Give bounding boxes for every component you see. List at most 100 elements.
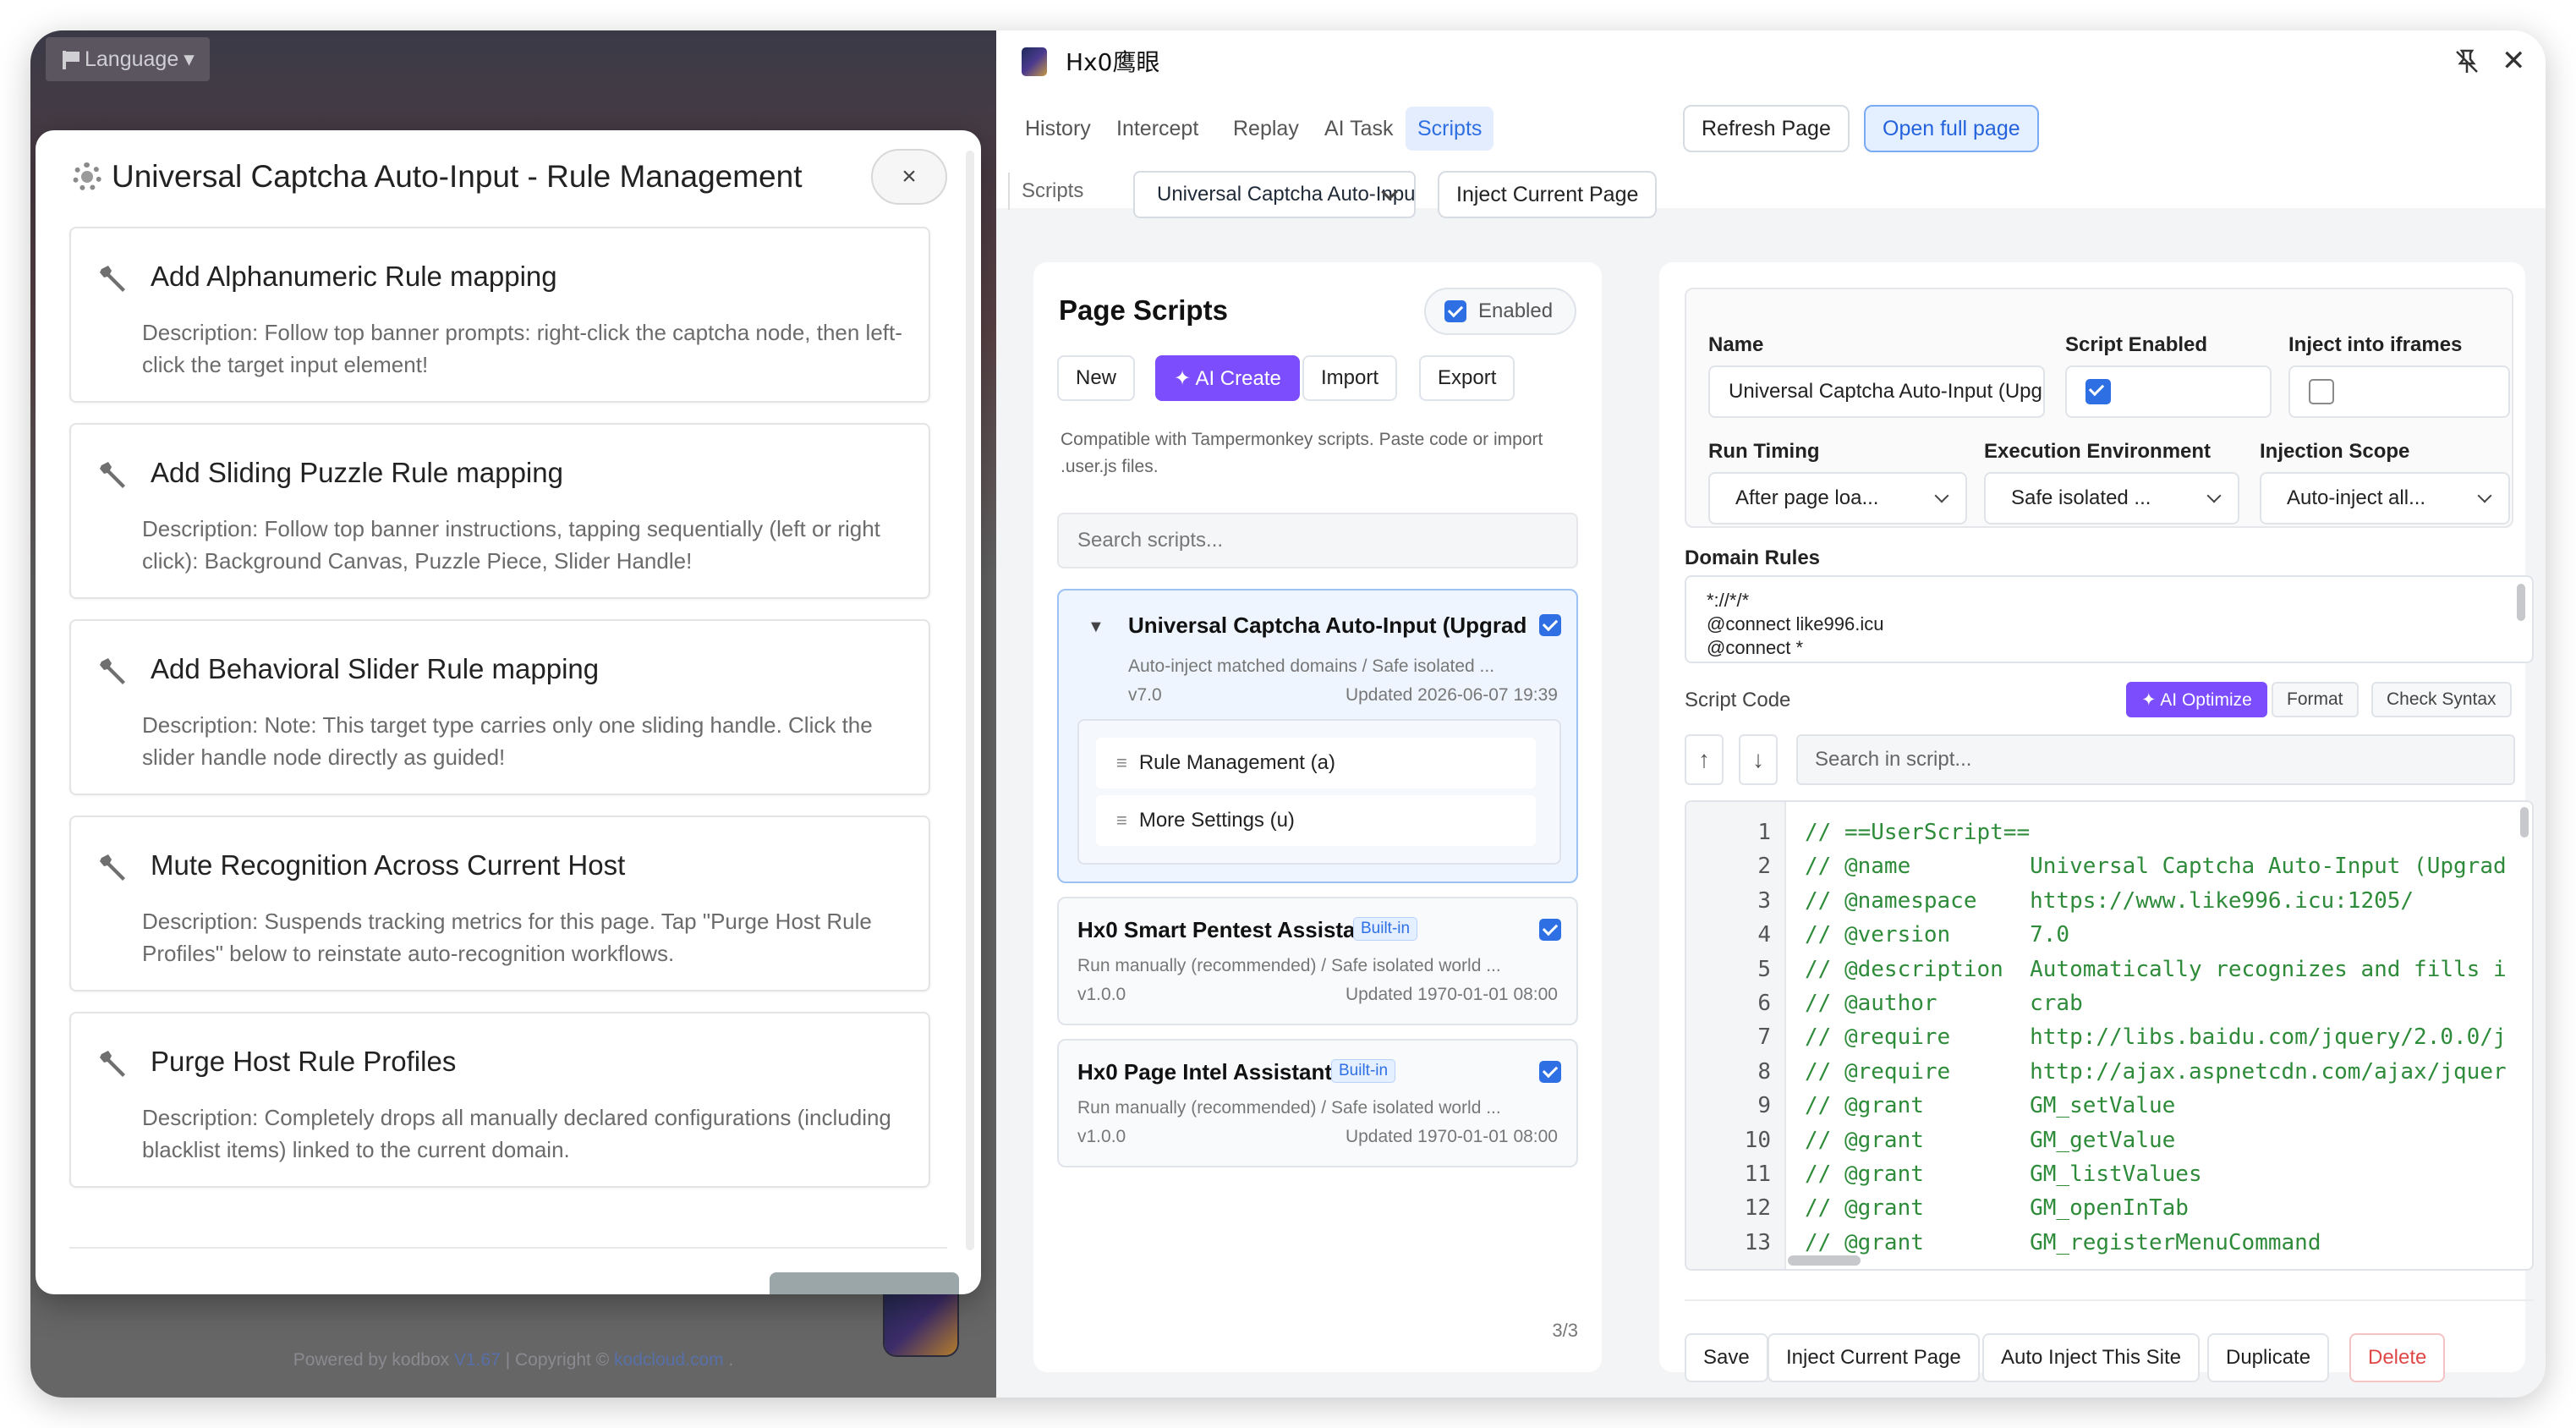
tab-ai-task[interactable]: AI Task — [1313, 107, 1406, 151]
script-select[interactable]: Universal Captcha Auto-Input (Upgrade — [1133, 171, 1416, 218]
search-in-script-input[interactable]: Search in script... — [1796, 734, 2515, 785]
code-line: // @grant GM_openInTab — [1805, 1195, 2189, 1222]
menu-command-rule-management[interactable]: ≡ Rule Management (a) — [1096, 738, 1536, 788]
line-number: 7 — [1757, 1024, 1771, 1051]
code-line: // @require http://ajax.aspnetcdn.com/aj… — [1805, 1058, 2507, 1085]
footer-version[interactable]: V1.67 — [454, 1350, 501, 1370]
wrench-icon — [100, 854, 125, 881]
builtin-badge: Built-in — [1331, 1059, 1396, 1083]
line-number: 6 — [1757, 991, 1771, 1016]
ai-optimize-button[interactable]: ✦ AI Optimize — [2126, 682, 2267, 717]
code-line: // @description Automatically recognizes… — [1805, 956, 2507, 982]
textarea-scrollbar[interactable] — [2517, 584, 2525, 621]
close-button[interactable]: Close — [770, 1272, 959, 1294]
vertical-scrollbar[interactable] — [2520, 807, 2529, 838]
menu-command-more-settings[interactable]: ≡ More Settings (u) — [1096, 795, 1536, 846]
tab-replay[interactable]: Replay — [1221, 107, 1311, 151]
open-full-page-button[interactable]: Open full page — [1864, 105, 2039, 152]
script-enabled-checkbox[interactable] — [1539, 1061, 1561, 1083]
script-item-pentest[interactable]: Hx0 Smart Pentest Assistant Built-in Run… — [1057, 897, 1578, 1025]
code-line: // @name Universal Captcha Auto-Input (U… — [1805, 854, 2507, 880]
builtin-badge: Built-in — [1353, 917, 1418, 941]
menu-lines-icon: ≡ — [1116, 752, 1127, 773]
extension-panel: Hx0鹰眼 ✕ History Intercept Replay AI Task… — [996, 30, 2546, 1398]
script-updated: Updated 1970-01-01 08:00 — [1345, 985, 1558, 1004]
scope-label: Injection Scope — [2260, 440, 2410, 463]
code-line: // @grant GM_getValue — [1805, 1127, 2176, 1153]
script-item-captcha[interactable]: ▼ Universal Captcha Auto-Input (Upgrade … — [1057, 589, 1578, 883]
close-panel-icon[interactable]: ✕ — [2502, 44, 2526, 78]
inject-current-page-editor-button[interactable]: Inject Current Page — [1768, 1333, 1980, 1382]
new-script-button[interactable]: New — [1057, 355, 1136, 401]
code-editor[interactable]: 1 // ==UserScript== 2 // @name Universal Ca… — [1685, 800, 2534, 1271]
delete-button[interactable]: Delete — [2349, 1333, 2446, 1382]
run-timing-select[interactable]: After page loa... — [1708, 472, 1967, 525]
modal-close-x-button[interactable]: × — [871, 149, 947, 205]
check-syntax-button[interactable]: Check Syntax — [2371, 682, 2512, 717]
enabled-label: Enabled — [1478, 299, 1554, 322]
ai-create-button[interactable]: ✦ AI Create — [1155, 355, 1300, 401]
footer-link[interactable]: kodcloud.com — [614, 1350, 724, 1370]
tab-scripts[interactable]: Scripts — [1406, 107, 1494, 151]
unpin-icon[interactable] — [2451, 46, 2483, 78]
rule-card-alphanumeric[interactable]: Add Alphanumeric Rule mapping Descriptio… — [69, 227, 930, 403]
app-window: Language ▾ Powered by kodbox V1.67 | Cop… — [30, 30, 2546, 1398]
script-version: v7.0 — [1128, 685, 1162, 705]
refresh-page-button[interactable]: Refresh Page — [1683, 105, 1850, 152]
editor-footer-divider — [1685, 1299, 2534, 1301]
script-item-intel[interactable]: Hx0 Page Intel Assistant Built-in Run ma… — [1057, 1039, 1578, 1167]
exec-env-label: Execution Environment — [1984, 440, 2212, 463]
inject-iframes-checkbox[interactable] — [2309, 379, 2334, 404]
search-next-button[interactable]: ↓ — [1739, 734, 1778, 785]
rule-card-mute-recognition[interactable]: Mute Recognition Across Current Host Des… — [69, 816, 930, 991]
script-updated: Updated 2026-06-07 19:39 — [1345, 685, 1558, 705]
exec-env-select[interactable]: Safe isolated ... — [1984, 472, 2239, 525]
auto-inject-site-button[interactable]: Auto Inject This Site — [1982, 1333, 2200, 1382]
line-number: 4 — [1757, 922, 1771, 948]
search-scripts-input[interactable]: Search scripts... — [1057, 513, 1578, 568]
rule-description: Description: Note: This target type carr… — [142, 712, 873, 770]
save-button[interactable]: Save — [1685, 1333, 1768, 1382]
import-button[interactable]: Import — [1302, 355, 1398, 401]
wrench-icon — [100, 1051, 125, 1077]
modal-title-text: Universal Captcha Auto-Input - Rule Mana… — [112, 159, 803, 194]
script-enabled-checkbox[interactable] — [1539, 614, 1561, 636]
script-enabled-field[interactable] — [2065, 365, 2272, 418]
scope-select[interactable]: Auto-inject all... — [2260, 472, 2510, 525]
rule-card-behavioral-slider[interactable]: Add Behavioral Slider Rule mapping Descr… — [69, 619, 930, 795]
language-dropdown[interactable]: Language ▾ — [46, 37, 210, 81]
script-enabled-checkbox[interactable] — [1539, 919, 1561, 941]
duplicate-button[interactable]: Duplicate — [2207, 1333, 2330, 1382]
export-button[interactable]: Export — [1419, 355, 1515, 401]
rule-description: Description: Follow top banner instructi… — [142, 516, 880, 574]
search-prev-button[interactable]: ↑ — [1685, 734, 1724, 785]
rule-card-sliding-puzzle[interactable]: Add Sliding Puzzle Rule mapping Descript… — [69, 423, 930, 599]
code-line: // @version 7.0 — [1805, 922, 2070, 948]
tab-history[interactable]: History — [1013, 107, 1103, 151]
footer-copyright: | Copyright © — [505, 1350, 610, 1370]
rule-title: Purge Host Rule Profiles — [151, 1046, 457, 1077]
rule-description: Description: Completely drops all manual… — [142, 1105, 891, 1162]
enabled-toggle[interactable]: Enabled — [1424, 288, 1576, 335]
domain-rule-line: @connect * — [1707, 637, 1804, 658]
expand-triangle-icon[interactable]: ▼ — [1088, 618, 1104, 637]
flag-icon — [61, 49, 79, 69]
code-line: // @grant GM_setValue — [1805, 1093, 2176, 1119]
modal-scrollbar[interactable] — [966, 151, 974, 1250]
enabled-checkbox[interactable] — [1444, 300, 1466, 322]
script-enabled-checkbox[interactable] — [2085, 379, 2111, 404]
modal-title: Universal Captcha Auto-Input - Rule Mana… — [73, 159, 803, 195]
horizontal-scrollbar[interactable] — [1788, 1255, 1861, 1266]
domain-rules-textarea[interactable]: *://*/* @connect like996.icu @connect * — [1685, 575, 2534, 663]
script-name: Universal Captcha Auto-Input (Upgrade — [1128, 612, 1526, 638]
caret-down-icon: ▾ — [184, 47, 195, 71]
tab-intercept[interactable]: Intercept — [1104, 107, 1210, 151]
inject-current-page-button[interactable]: Inject Current Page — [1438, 171, 1658, 218]
inject-iframes-label: Inject into iframes — [2288, 333, 2463, 356]
format-button[interactable]: Format — [2272, 682, 2359, 717]
code-line: // ==UserScript== — [1805, 820, 2031, 845]
rule-card-purge-host[interactable]: Purge Host Rule Profiles Description: Co… — [69, 1012, 930, 1188]
run-timing-value: After page loa... — [1735, 486, 1879, 509]
name-input[interactable]: Universal Captcha Auto-Input (Upgrade — [1708, 365, 2045, 418]
inject-iframes-field[interactable] — [2288, 365, 2510, 418]
